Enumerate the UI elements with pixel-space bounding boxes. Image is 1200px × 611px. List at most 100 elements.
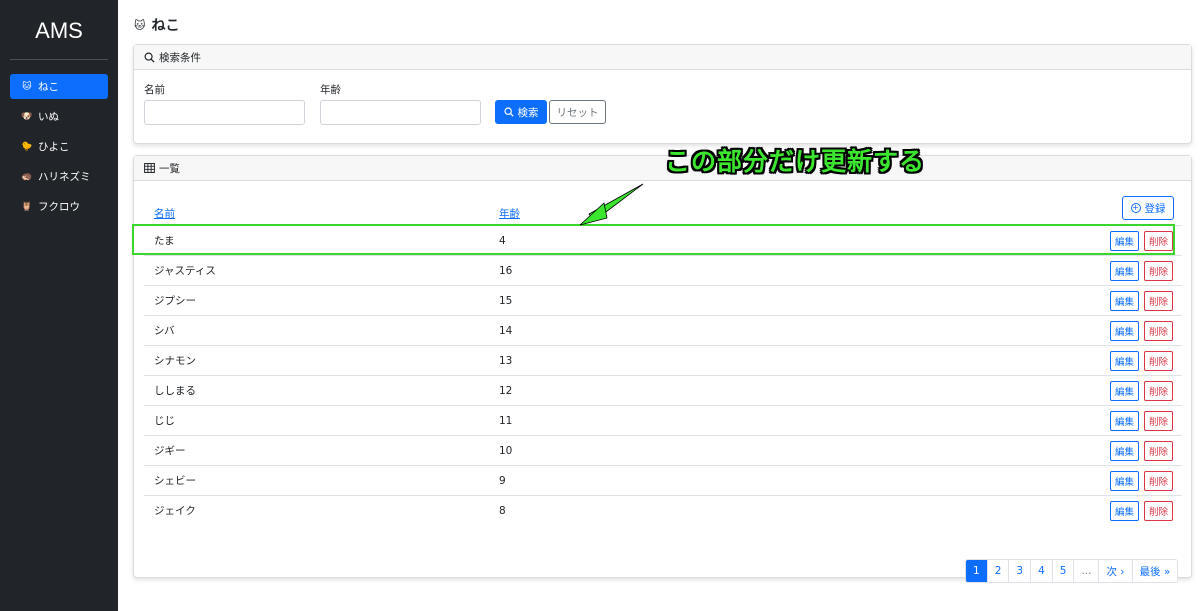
list-card-title: 一覧 bbox=[159, 162, 180, 175]
search-card-header: 検索条件 bbox=[134, 45, 1191, 70]
edit-button[interactable]: 編集 bbox=[1110, 471, 1139, 491]
main-content: 🐱 ねこ 検索条件 名前 年齢 検索 リセット 一覧 名前 年齢 + 登録 たま… bbox=[118, 0, 1200, 611]
page-ellipsis: ... bbox=[1073, 560, 1099, 582]
cell-age: 14 bbox=[499, 324, 513, 337]
delete-button[interactable]: 削除 bbox=[1144, 441, 1173, 461]
data-table: たま 4 編集 削除 ジャスティス 16 編集 削除 ジプシー 15 編集 削除 bbox=[144, 225, 1182, 525]
search-card-title: 検索条件 bbox=[159, 51, 201, 64]
cell-age: 8 bbox=[499, 504, 506, 517]
edit-button[interactable]: 編集 bbox=[1110, 501, 1139, 521]
page-title-text: ねこ bbox=[151, 18, 180, 34]
plus-circle-icon: + bbox=[1130, 203, 1141, 213]
cell-age: 16 bbox=[499, 264, 513, 277]
page-link-1[interactable]: 1 bbox=[966, 560, 987, 582]
sidebar: AMS 🐱 ねこ 🐶 いぬ 🐤 ひよこ 🦔 ハリネズミ 🦉 フクロウ bbox=[0, 0, 118, 611]
sidebar-item-hiyoko[interactable]: 🐤 ひよこ bbox=[10, 134, 108, 159]
delete-button[interactable]: 削除 bbox=[1144, 231, 1173, 251]
list-body: 名前 年齢 + 登録 たま 4 編集 削除 ジャスティス 16 編集 削除 ジプ… bbox=[132, 181, 1191, 583]
sidebar-item-label: フクロウ bbox=[38, 201, 80, 213]
cell-age: 11 bbox=[499, 414, 513, 427]
column-header-age[interactable]: 年齢 bbox=[499, 206, 520, 221]
name-input[interactable] bbox=[144, 100, 305, 125]
cell-name: ジャスティス bbox=[154, 265, 216, 277]
search-icon bbox=[144, 52, 155, 63]
name-label: 名前 bbox=[144, 84, 165, 96]
delete-button[interactable]: 削除 bbox=[1144, 411, 1173, 431]
edit-button[interactable]: 編集 bbox=[1110, 381, 1139, 401]
age-input[interactable] bbox=[320, 100, 481, 125]
page-link-5[interactable]: 5 bbox=[1051, 560, 1074, 582]
table-row: じじ 11 編集 削除 bbox=[144, 405, 1182, 435]
cell-name: ジェイク bbox=[154, 505, 196, 517]
page-link-2[interactable]: 2 bbox=[986, 560, 1009, 582]
page-last[interactable]: 最後 » bbox=[1131, 560, 1178, 582]
table-row: たま 4 編集 削除 bbox=[144, 225, 1182, 255]
sidebar-item-harinezumi[interactable]: 🦔 ハリネズミ bbox=[10, 164, 108, 189]
search-icon bbox=[503, 107, 514, 117]
sidebar-item-label: ハリネズミ bbox=[38, 171, 91, 183]
delete-button[interactable]: 削除 bbox=[1144, 381, 1173, 401]
cell-age: 12 bbox=[499, 384, 513, 397]
search-button-label: 検索 bbox=[517, 106, 539, 119]
cell-age: 4 bbox=[499, 234, 506, 247]
search-button[interactable]: 検索 bbox=[495, 100, 547, 124]
cell-age: 9 bbox=[499, 474, 506, 487]
register-button[interactable]: + 登録 bbox=[1122, 196, 1174, 220]
edit-button[interactable]: 編集 bbox=[1110, 411, 1139, 431]
cat-icon: 🐱 bbox=[134, 18, 146, 32]
cell-age: 13 bbox=[499, 354, 513, 367]
cell-name: シバ bbox=[154, 325, 175, 337]
cell-name: ジギー bbox=[154, 445, 186, 457]
brand-logo[interactable]: AMS bbox=[10, 0, 108, 60]
delete-button[interactable]: 削除 bbox=[1144, 291, 1173, 311]
delete-button[interactable]: 削除 bbox=[1144, 261, 1173, 281]
cell-age: 15 bbox=[499, 294, 513, 307]
edit-button[interactable]: 編集 bbox=[1110, 261, 1139, 281]
edit-button[interactable]: 編集 bbox=[1110, 441, 1139, 461]
table-row: シナモン 13 編集 削除 bbox=[144, 345, 1182, 375]
table-row: ジギー 10 編集 削除 bbox=[144, 435, 1182, 465]
edit-button[interactable]: 編集 bbox=[1110, 321, 1139, 341]
cell-name: ししまる bbox=[154, 385, 196, 397]
sidebar-nav: 🐱 ねこ 🐶 いぬ 🐤 ひよこ 🦔 ハリネズミ 🦉 フクロウ bbox=[0, 74, 118, 219]
page-title: 🐱 ねこ bbox=[134, 15, 179, 35]
table-row: ジェイク 8 編集 削除 bbox=[144, 495, 1182, 525]
owl-icon: 🦉 bbox=[21, 201, 33, 212]
delete-button[interactable]: 削除 bbox=[1144, 321, 1173, 341]
cat-icon: 🐱 bbox=[22, 81, 32, 92]
edit-button[interactable]: 編集 bbox=[1110, 291, 1139, 311]
page-next[interactable]: 次 › bbox=[1098, 560, 1132, 582]
delete-button[interactable]: 削除 bbox=[1144, 471, 1173, 491]
dog-icon: 🐶 bbox=[21, 111, 33, 122]
cell-name: ジプシー bbox=[154, 295, 196, 307]
table-row: ジプシー 15 編集 削除 bbox=[144, 285, 1182, 315]
age-label: 年齢 bbox=[320, 84, 341, 96]
cell-name: たま bbox=[154, 235, 175, 247]
cell-name: じじ bbox=[154, 415, 175, 427]
table-row: シェビー 9 編集 削除 bbox=[144, 465, 1182, 495]
table-row: シバ 14 編集 削除 bbox=[144, 315, 1182, 345]
delete-button[interactable]: 削除 bbox=[1144, 501, 1173, 521]
sidebar-item-inu[interactable]: 🐶 いぬ bbox=[10, 104, 108, 129]
table-icon bbox=[144, 163, 155, 173]
cell-age: 10 bbox=[499, 444, 513, 457]
delete-button[interactable]: 削除 bbox=[1144, 351, 1173, 371]
column-header-name[interactable]: 名前 bbox=[154, 206, 175, 221]
hedgehog-icon: 🦔 bbox=[21, 171, 33, 182]
sidebar-item-label: いぬ bbox=[38, 111, 59, 123]
page-link-3[interactable]: 3 bbox=[1008, 560, 1031, 582]
sidebar-item-label: ねこ bbox=[38, 81, 59, 93]
reset-button[interactable]: リセット bbox=[549, 100, 606, 124]
pagination: 1 2 3 4 5 ... 次 › 最後 » bbox=[965, 559, 1179, 583]
edit-button[interactable]: 編集 bbox=[1110, 231, 1139, 251]
search-form: 名前 年齢 検索 リセット bbox=[134, 70, 1191, 144]
sidebar-item-fukurou[interactable]: 🦉 フクロウ bbox=[10, 194, 108, 219]
edit-button[interactable]: 編集 bbox=[1110, 351, 1139, 371]
page-link-4[interactable]: 4 bbox=[1030, 560, 1052, 582]
sidebar-item-label: ひよこ bbox=[38, 141, 70, 153]
list-card: 一覧 名前 年齢 + 登録 たま 4 編集 削除 ジャスティス 16 編集 削除… bbox=[132, 155, 1192, 583]
cell-name: シェビー bbox=[154, 475, 196, 487]
sidebar-item-neko[interactable]: 🐱 ねこ bbox=[10, 74, 108, 99]
table-row: ジャスティス 16 編集 削除 bbox=[144, 255, 1182, 285]
register-button-label: 登録 bbox=[1144, 202, 1166, 215]
